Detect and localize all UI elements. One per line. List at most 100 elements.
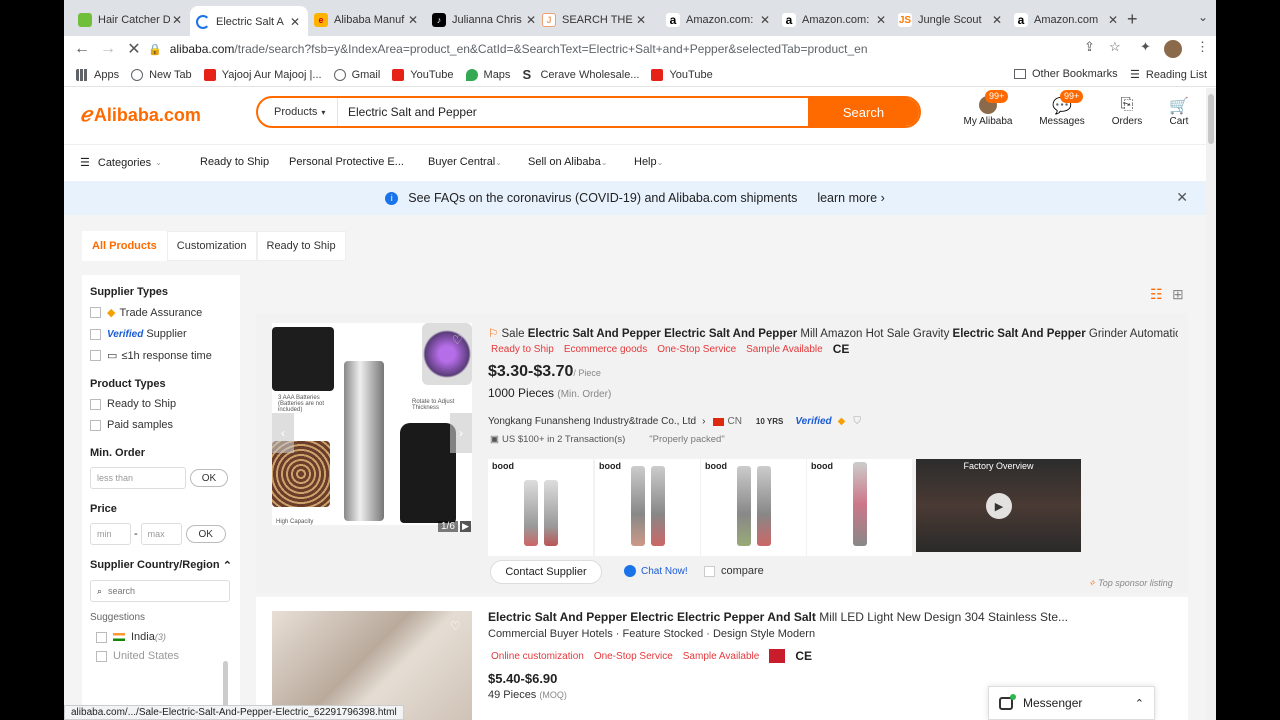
star-icon[interactable]: ☆ <box>1109 39 1121 55</box>
filter-ready-to-ship[interactable]: Ready to Ship <box>90 398 232 410</box>
forward-arrow-icon[interactable]: → <box>95 40 121 58</box>
filter-paid-samples[interactable]: Paid samples <box>90 419 232 431</box>
orders[interactable]: ⎘ Orders <box>1110 96 1144 127</box>
filter-trade-assurance[interactable]: ◆ Trade Assurance <box>90 306 232 319</box>
product-title[interactable]: Electric Salt And Pepper Electric Electr… <box>488 610 1178 624</box>
tab-ready-to-ship[interactable]: Ready to Ship <box>256 231 346 261</box>
close-icon[interactable]: ✕ <box>406 13 420 27</box>
tab-amazon-3[interactable]: a Amazon.com ✕ <box>1008 6 1126 34</box>
tab-amazon-2[interactable]: a Amazon.com: ✕ <box>776 6 894 34</box>
tab-julianna[interactable]: ♪ Julianna Chris ✕ <box>426 6 544 34</box>
price-min-input[interactable]: min <box>90 523 131 545</box>
tab-hair-catcher[interactable]: Hair Catcher D ✕ <box>72 6 190 34</box>
share-icon[interactable]: ⇪ <box>1084 39 1095 55</box>
bookmark-apps[interactable]: Apps <box>76 68 119 81</box>
bookmark-youtube[interactable]: YouTube <box>392 68 454 81</box>
tab-search-the[interactable]: J SEARCH THE ✕ <box>536 6 654 34</box>
close-banner-icon[interactable]: ✕ <box>1176 189 1188 206</box>
sidebar-scrollbar[interactable] <box>223 661 228 711</box>
search-category-dropdown[interactable]: Products ▾ <box>258 98 338 126</box>
close-icon[interactable]: ✕ <box>170 13 184 27</box>
tab-amazon-1[interactable]: a Amazon.com: ✕ <box>660 6 778 34</box>
heart-favorite-icon[interactable]: ♡ <box>452 333 463 347</box>
tab-alibaba-manuf[interactable]: e Alibaba Manuf ✕ <box>308 6 426 34</box>
checkbox[interactable] <box>96 650 107 662</box>
search-input[interactable] <box>338 98 808 126</box>
checkbox[interactable] <box>90 398 101 410</box>
reading-list[interactable]: ☰ Reading List <box>1130 68 1207 82</box>
list-view-icon[interactable]: ☷ <box>1150 286 1163 303</box>
checkbox[interactable] <box>90 419 101 431</box>
play-icon[interactable]: ▶ <box>986 493 1012 519</box>
bookmark-yajooj[interactable]: Yajooj Aur Majooj |... <box>203 68 322 81</box>
nav-buyer-central[interactable]: Buyer Central⌄ <box>428 156 502 168</box>
checkbox[interactable] <box>90 350 101 361</box>
checkbox[interactable] <box>90 307 101 318</box>
checkbox[interactable] <box>704 565 715 577</box>
tab-jungle-scout[interactable]: JS Jungle Scout ✕ <box>892 6 1010 34</box>
product-thumbnail[interactable]: bood <box>595 459 700 556</box>
close-icon[interactable]: ✕ <box>288 15 302 29</box>
filter-response-time[interactable]: ▭ ≤1h response time <box>90 349 232 362</box>
nav-sell-on-alibaba[interactable]: Sell on Alibaba⌄ <box>528 156 607 168</box>
nav-help[interactable]: Help⌄ <box>634 156 663 168</box>
tab-electric-salt[interactable]: Electric Salt A ✕ <box>190 6 308 38</box>
new-tab-plus-icon[interactable]: + <box>1127 9 1138 30</box>
min-order-ok-button[interactable]: OK <box>190 469 228 487</box>
product-title[interactable]: ⚐ Sale Electric Salt And Pepper Electric… <box>488 326 1178 340</box>
supplier-name-link[interactable]: Yongkang Funansheng Industry&trade Co., … <box>488 416 696 427</box>
price-ok-button[interactable]: OK <box>185 525 226 543</box>
back-arrow-icon[interactable]: ← <box>69 40 95 58</box>
min-order-input[interactable]: less than <box>90 467 186 489</box>
close-icon[interactable]: ✕ <box>1106 13 1120 27</box>
grid-view-icon[interactable]: ⊞ <box>1172 286 1184 303</box>
chevron-up-icon[interactable]: ⌃ <box>223 559 232 572</box>
product-image[interactable]: 3 AAA Batteries (Batteries are not inclu… <box>272 323 472 532</box>
address-bar[interactable]: 🔒 alibaba.com/trade/search?fsb=y&IndexAr… <box>148 38 1148 60</box>
profile-avatar[interactable] <box>1164 40 1182 58</box>
stop-loading-icon[interactable]: ✕ <box>121 39 147 59</box>
other-bookmarks[interactable]: Other Bookmarks <box>1014 68 1118 80</box>
kebab-menu-icon[interactable]: ⋮ <box>1196 39 1209 55</box>
bookmark-youtube-2[interactable]: YouTube <box>651 68 713 81</box>
cart[interactable]: 🛒 Cart <box>1168 96 1190 127</box>
tab-search-chevron-icon[interactable]: ⌄ <box>1198 10 1208 24</box>
heart-favorite-icon[interactable]: ♡ <box>450 619 461 633</box>
alibaba-logo[interactable]: ℯ Alibaba.com <box>80 102 201 127</box>
bookmark-new-tab[interactable]: New Tab <box>131 68 192 81</box>
compare-toggle[interactable]: compare <box>704 565 764 577</box>
tab-all-products[interactable]: All Products <box>82 231 167 261</box>
chevron-up-icon[interactable]: ⌃ <box>1135 697 1144 710</box>
extensions-puzzle-icon[interactable]: ✦ <box>1140 39 1151 55</box>
image-prev-arrow[interactable]: ‹ <box>272 413 294 453</box>
image-next-arrow[interactable]: › <box>450 413 472 453</box>
messages[interactable]: 💬 99+ Messages <box>1038 90 1086 127</box>
learn-more-link[interactable]: learn more › <box>817 191 884 205</box>
bookmark-cerave[interactable]: S Cerave Wholesale... <box>522 68 639 81</box>
bookmark-maps[interactable]: Maps <box>465 68 510 81</box>
nav-personal-protective[interactable]: Personal Protective E... <box>289 156 404 168</box>
tab-customization[interactable]: Customization <box>166 231 257 261</box>
product-card[interactable]: 3 AAA Batteries (Batteries are not inclu… <box>256 313 1188 593</box>
nav-ready-to-ship[interactable]: Ready to Ship <box>200 156 269 168</box>
bookmark-gmail[interactable]: Gmail <box>333 68 380 81</box>
checkbox[interactable] <box>96 631 107 643</box>
close-icon[interactable]: ✕ <box>874 13 888 27</box>
filter-verified-supplier[interactable]: Verified Supplier <box>90 328 232 340</box>
product-thumbnail[interactable]: bood <box>488 459 593 556</box>
video-play-icon[interactable]: ▶ <box>460 521 471 532</box>
chat-now-button[interactable]: Chat Now! <box>624 565 688 577</box>
messenger-widget[interactable]: Messenger ⌃ <box>988 686 1155 720</box>
country-search-input[interactable]: ⌕ search <box>90 580 230 602</box>
filter-country-us[interactable]: United States <box>96 650 232 662</box>
categories-menu[interactable]: ☰ Categories ⌄ <box>80 156 162 170</box>
page-scrollbar[interactable] <box>1206 88 1216 720</box>
close-icon[interactable]: ✕ <box>758 13 772 27</box>
product-thumbnail[interactable]: bood <box>807 459 912 556</box>
close-icon[interactable]: ✕ <box>990 13 1004 27</box>
search-button[interactable]: Search <box>808 98 919 126</box>
filter-country-india[interactable]: India (3) <box>96 631 232 643</box>
checkbox[interactable] <box>90 328 101 340</box>
close-icon[interactable]: ✕ <box>634 13 648 27</box>
factory-overview-video[interactable]: Factory Overview ▶ <box>916 459 1081 552</box>
